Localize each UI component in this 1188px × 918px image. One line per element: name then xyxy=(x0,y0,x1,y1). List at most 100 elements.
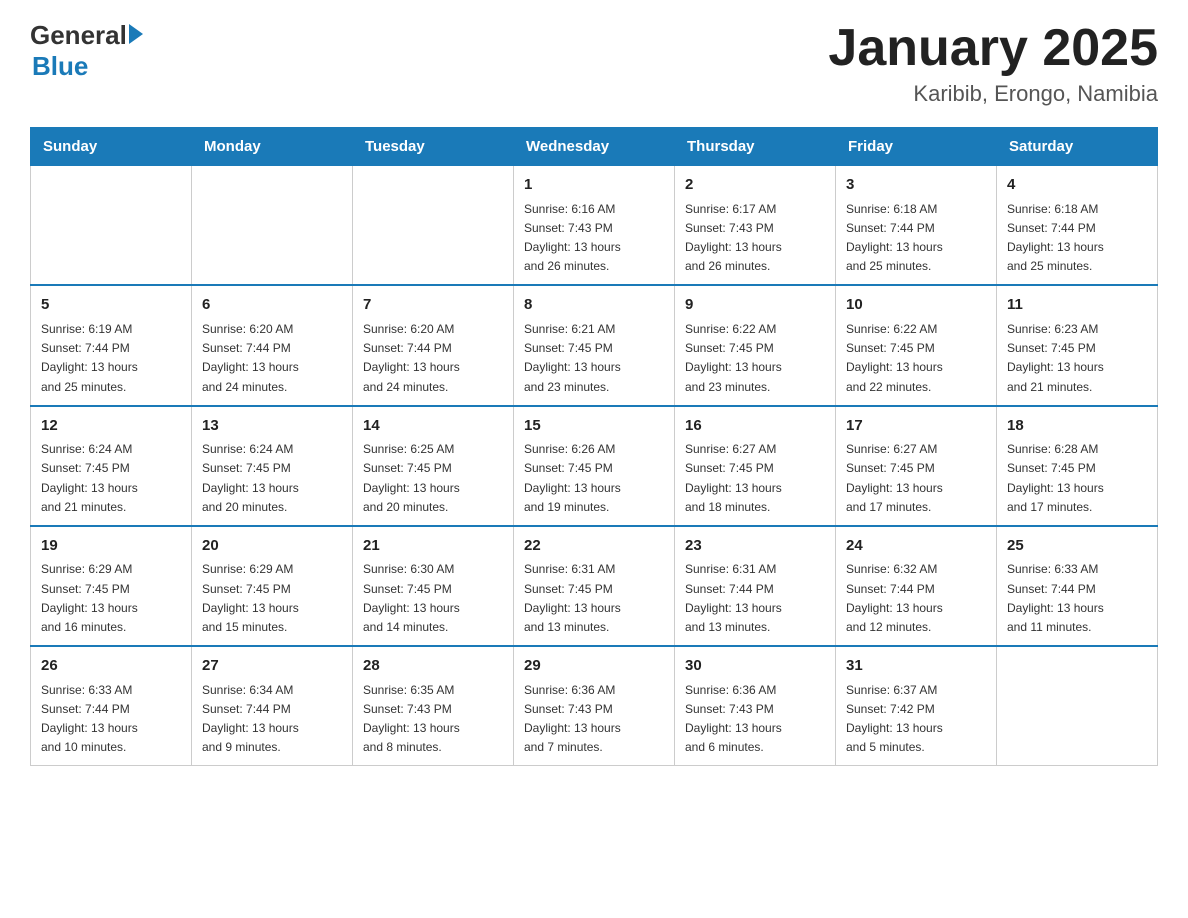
day-header-row: SundayMondayTuesdayWednesdayThursdayFrid… xyxy=(31,128,1158,166)
day-number: 8 xyxy=(524,294,664,317)
day-of-week-friday: Friday xyxy=(836,128,997,166)
calendar-day-cell: 10Sunrise: 6:22 AM Sunset: 7:45 PM Dayli… xyxy=(836,285,997,405)
calendar-day-cell: 13 Sunrise: 6:24 AM Sunset: 7:45 PM Dayli… xyxy=(192,406,353,526)
day-info: Sunrise: 6:24 AM Sunset: 7:45 PM Dayligh… xyxy=(202,442,299,514)
day-info: Sunrise: 6:19 AM Sunset: 7:44 PM Dayligh… xyxy=(41,322,138,394)
day-number: 11 xyxy=(1007,294,1147,317)
day-of-week-sunday: Sunday xyxy=(31,128,192,166)
day-number: 31 xyxy=(846,655,986,678)
calendar-day-cell: 1Sunrise: 6:16 AM Sunset: 7:43 PM Daylig… xyxy=(514,166,675,286)
day-info: Sunrise: 6:25 AM Sunset: 7:45 PM Dayligh… xyxy=(363,442,460,514)
day-info: Sunrise: 6:29 AM Sunset: 7:45 PM Dayligh… xyxy=(202,562,299,634)
calendar-day-cell: 29Sunrise: 6:36 AM Sunset: 7:43 PM Dayli… xyxy=(514,646,675,766)
day-number: 15 xyxy=(524,415,664,438)
page-header: General Blue January 2025 Karibib, Erong… xyxy=(30,20,1158,107)
day-number: 19 xyxy=(41,535,181,558)
calendar-day-cell: 6 Sunrise: 6:20 AM Sunset: 7:44 PM Daylig… xyxy=(192,285,353,405)
calendar-day-cell: 14 Sunrise: 6:25 AM Sunset: 7:45 PM Dayli… xyxy=(353,406,514,526)
day-info: Sunrise: 6:37 AM Sunset: 7:42 PM Dayligh… xyxy=(846,683,943,755)
calendar-day-cell: 20 Sunrise: 6:29 AM Sunset: 7:45 PM Dayli… xyxy=(192,526,353,646)
day-number: 27 xyxy=(202,655,342,678)
calendar-week-row: 5 Sunrise: 6:19 AM Sunset: 7:44 PM Daylig… xyxy=(31,285,1158,405)
calendar-day-cell: 17Sunrise: 6:27 AM Sunset: 7:45 PM Dayli… xyxy=(836,406,997,526)
calendar-week-row: 26Sunrise: 6:33 AM Sunset: 7:44 PM Dayli… xyxy=(31,646,1158,766)
calendar-day-cell: 5 Sunrise: 6:19 AM Sunset: 7:44 PM Daylig… xyxy=(31,285,192,405)
calendar-day-cell: 18 Sunrise: 6:28 AM Sunset: 7:45 PM Dayli… xyxy=(997,406,1158,526)
day-info: Sunrise: 6:36 AM Sunset: 7:43 PM Dayligh… xyxy=(685,683,782,755)
calendar-day-cell: 22Sunrise: 6:31 AM Sunset: 7:45 PM Dayli… xyxy=(514,526,675,646)
calendar-subtitle: Karibib, Erongo, Namibia xyxy=(828,81,1158,107)
day-number: 4 xyxy=(1007,174,1147,197)
day-number: 17 xyxy=(846,415,986,438)
calendar-day-cell: 12 Sunrise: 6:24 AM Sunset: 7:45 PM Dayli… xyxy=(31,406,192,526)
calendar-day-cell: 8 Sunrise: 6:21 AM Sunset: 7:45 PM Daylig… xyxy=(514,285,675,405)
day-info: Sunrise: 6:26 AM Sunset: 7:45 PM Dayligh… xyxy=(524,442,621,514)
calendar-day-cell: 7 Sunrise: 6:20 AM Sunset: 7:44 PM Daylig… xyxy=(353,285,514,405)
calendar-day-cell: 25 Sunrise: 6:33 AM Sunset: 7:44 PM Dayli… xyxy=(997,526,1158,646)
day-number: 20 xyxy=(202,535,342,558)
day-info: Sunrise: 6:22 AM Sunset: 7:45 PM Dayligh… xyxy=(685,322,782,394)
calendar-week-row: 12 Sunrise: 6:24 AM Sunset: 7:45 PM Dayli… xyxy=(31,406,1158,526)
day-info: Sunrise: 6:17 AM Sunset: 7:43 PM Dayligh… xyxy=(685,202,782,274)
day-number: 25 xyxy=(1007,535,1147,558)
calendar-day-cell: 9 Sunrise: 6:22 AM Sunset: 7:45 PM Daylig… xyxy=(675,285,836,405)
day-number: 14 xyxy=(363,415,503,438)
day-of-week-wednesday: Wednesday xyxy=(514,128,675,166)
calendar-day-cell: 23Sunrise: 6:31 AM Sunset: 7:44 PM Dayli… xyxy=(675,526,836,646)
calendar-week-row: 1Sunrise: 6:16 AM Sunset: 7:43 PM Daylig… xyxy=(31,166,1158,286)
day-number: 13 xyxy=(202,415,342,438)
day-info: Sunrise: 6:34 AM Sunset: 7:44 PM Dayligh… xyxy=(202,683,299,755)
calendar-day-cell: 11 Sunrise: 6:23 AM Sunset: 7:45 PM Dayli… xyxy=(997,285,1158,405)
day-info: Sunrise: 6:30 AM Sunset: 7:45 PM Dayligh… xyxy=(363,562,460,634)
day-number: 6 xyxy=(202,294,342,317)
day-number: 12 xyxy=(41,415,181,438)
day-number: 7 xyxy=(363,294,503,317)
day-number: 30 xyxy=(685,655,825,678)
day-number: 23 xyxy=(685,535,825,558)
day-number: 16 xyxy=(685,415,825,438)
day-info: Sunrise: 6:20 AM Sunset: 7:44 PM Dayligh… xyxy=(202,322,299,394)
day-number: 22 xyxy=(524,535,664,558)
calendar-day-cell xyxy=(31,166,192,286)
day-info: Sunrise: 6:27 AM Sunset: 7:45 PM Dayligh… xyxy=(685,442,782,514)
day-info: Sunrise: 6:28 AM Sunset: 7:45 PM Dayligh… xyxy=(1007,442,1104,514)
day-number: 21 xyxy=(363,535,503,558)
day-info: Sunrise: 6:18 AM Sunset: 7:44 PM Dayligh… xyxy=(846,202,943,274)
day-of-week-thursday: Thursday xyxy=(675,128,836,166)
logo-blue-text: Blue xyxy=(32,51,88,81)
day-info: Sunrise: 6:32 AM Sunset: 7:44 PM Dayligh… xyxy=(846,562,943,634)
calendar-day-cell: 30 Sunrise: 6:36 AM Sunset: 7:43 PM Dayli… xyxy=(675,646,836,766)
calendar-table: SundayMondayTuesdayWednesdayThursdayFrid… xyxy=(30,127,1158,766)
logo-arrow-icon xyxy=(129,24,143,44)
calendar-day-cell xyxy=(192,166,353,286)
day-info: Sunrise: 6:35 AM Sunset: 7:43 PM Dayligh… xyxy=(363,683,460,755)
calendar-day-cell xyxy=(353,166,514,286)
day-number: 29 xyxy=(524,655,664,678)
calendar-day-cell: 27 Sunrise: 6:34 AM Sunset: 7:44 PM Dayli… xyxy=(192,646,353,766)
calendar-day-cell: 31 Sunrise: 6:37 AM Sunset: 7:42 PM Dayli… xyxy=(836,646,997,766)
day-number: 18 xyxy=(1007,415,1147,438)
calendar-day-cell: 4Sunrise: 6:18 AM Sunset: 7:44 PM Daylig… xyxy=(997,166,1158,286)
day-number: 24 xyxy=(846,535,986,558)
day-info: Sunrise: 6:22 AM Sunset: 7:45 PM Dayligh… xyxy=(846,322,943,394)
day-info: Sunrise: 6:33 AM Sunset: 7:44 PM Dayligh… xyxy=(1007,562,1104,634)
logo-general-text: General xyxy=(30,20,127,51)
calendar-day-cell: 21 Sunrise: 6:30 AM Sunset: 7:45 PM Dayli… xyxy=(353,526,514,646)
calendar-day-cell: 16 Sunrise: 6:27 AM Sunset: 7:45 PM Dayli… xyxy=(675,406,836,526)
calendar-day-cell: 3 Sunrise: 6:18 AM Sunset: 7:44 PM Daylig… xyxy=(836,166,997,286)
day-info: Sunrise: 6:24 AM Sunset: 7:45 PM Dayligh… xyxy=(41,442,138,514)
day-number: 9 xyxy=(685,294,825,317)
calendar-day-cell: 15 Sunrise: 6:26 AM Sunset: 7:45 PM Dayli… xyxy=(514,406,675,526)
day-info: Sunrise: 6:29 AM Sunset: 7:45 PM Dayligh… xyxy=(41,562,138,634)
day-info: Sunrise: 6:21 AM Sunset: 7:45 PM Dayligh… xyxy=(524,322,621,394)
day-info: Sunrise: 6:20 AM Sunset: 7:44 PM Dayligh… xyxy=(363,322,460,394)
day-number: 2 xyxy=(685,174,825,197)
day-of-week-saturday: Saturday xyxy=(997,128,1158,166)
logo: General Blue xyxy=(30,20,143,82)
day-number: 3 xyxy=(846,174,986,197)
day-of-week-tuesday: Tuesday xyxy=(353,128,514,166)
day-info: Sunrise: 6:23 AM Sunset: 7:45 PM Dayligh… xyxy=(1007,322,1104,394)
calendar-header: SundayMondayTuesdayWednesdayThursdayFrid… xyxy=(31,128,1158,166)
day-number: 5 xyxy=(41,294,181,317)
day-number: 1 xyxy=(524,174,664,197)
